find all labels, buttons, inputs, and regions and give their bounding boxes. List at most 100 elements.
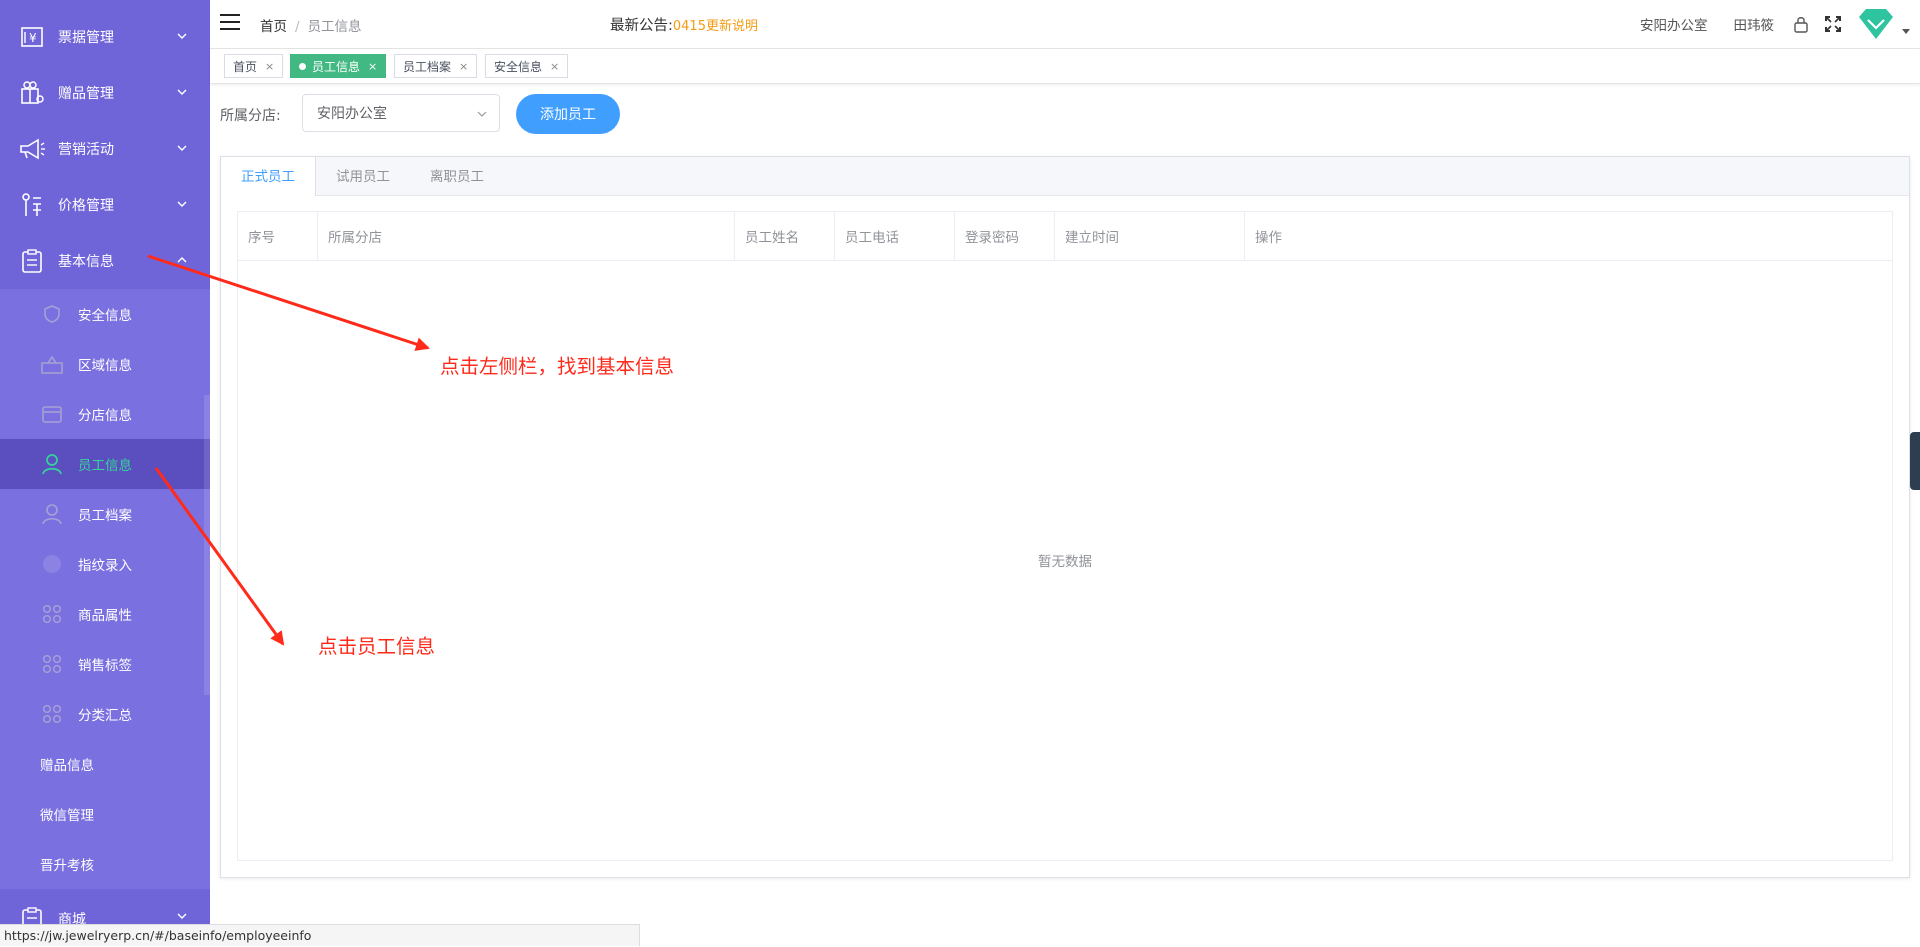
sidebar-item-category-summary[interactable]: 分类汇总 bbox=[0, 689, 210, 739]
close-icon[interactable]: × bbox=[459, 60, 468, 73]
header-right: 安阳办公室 田玮筱 bbox=[1640, 0, 1920, 48]
shield-icon bbox=[40, 302, 64, 326]
sidebar-item-label: 区域信息 bbox=[78, 358, 132, 374]
tag-label: 首页 bbox=[233, 59, 258, 74]
menu-label: 价格管理 bbox=[58, 198, 114, 214]
close-icon[interactable]: × bbox=[550, 60, 559, 73]
region-icon bbox=[40, 352, 64, 376]
employee-tabs: 正式员工 试用员工 离职员工 bbox=[221, 157, 1909, 196]
chevron-down-icon bbox=[177, 145, 187, 151]
menu-marketing[interactable]: 营销活动 bbox=[0, 121, 210, 177]
sidebar-item-security[interactable]: 安全信息 bbox=[0, 289, 210, 339]
employee-table: 序号 所属分店 员工姓名 员工电话 登录密码 建立时间 操作 暂无数据 bbox=[237, 211, 1893, 861]
username[interactable]: 田玮筱 bbox=[1734, 14, 1775, 34]
table-header: 序号 所属分店 员工姓名 员工电话 登录密码 建立时间 操作 bbox=[238, 212, 1892, 261]
notice-label: 最新公告: bbox=[610, 18, 673, 34]
annotation-text: 点击左侧栏，找到基本信息 bbox=[440, 355, 675, 378]
menu-label: 基本信息 bbox=[58, 254, 114, 270]
empty-state-text: 暂无数据 bbox=[1038, 554, 1092, 570]
chevron-down-icon bbox=[477, 111, 487, 117]
svg-text:¥: ¥ bbox=[29, 31, 37, 45]
column-header: 所属分店 bbox=[318, 212, 735, 260]
sidebar-item-label: 销售标签 bbox=[78, 658, 132, 674]
employee-tabs-card: 正式员工 试用员工 离职员工 序号 所属分店 员工姓名 员工电话 登录密码 建立… bbox=[220, 156, 1910, 878]
tab-regular-employees[interactable]: 正式员工 bbox=[221, 157, 316, 196]
column-header: 员工电话 bbox=[835, 212, 955, 260]
menu-receipt[interactable]: ¥ 票据管理 bbox=[0, 9, 210, 65]
menu-label: 票据管理 bbox=[58, 30, 114, 46]
side-drawer-handle[interactable] bbox=[1910, 432, 1920, 490]
sidebar-item-label: 分类汇总 bbox=[78, 708, 132, 724]
chevron-down-icon bbox=[177, 89, 187, 95]
tag-home[interactable]: 首页 × bbox=[224, 54, 284, 78]
sidebar-item-label: 微信管理 bbox=[40, 808, 94, 824]
fingerprint-icon bbox=[40, 552, 64, 576]
lock-icon[interactable] bbox=[1792, 15, 1810, 33]
sidebar-item-product-attr[interactable]: 商品属性 bbox=[0, 589, 210, 639]
gift-icon bbox=[18, 79, 46, 107]
menu-label: 营销活动 bbox=[58, 142, 114, 158]
chevron-up-icon bbox=[177, 257, 187, 263]
tab-resigned-employees[interactable]: 离职员工 bbox=[410, 157, 504, 195]
breadcrumb-separator: / bbox=[295, 19, 300, 35]
menu-gift[interactable]: 赠品管理 bbox=[0, 65, 210, 121]
sidebar-item-fingerprint[interactable]: 指纹录入 bbox=[0, 539, 210, 589]
megaphone-icon bbox=[18, 135, 46, 163]
sidebar-item-label: 商品属性 bbox=[78, 608, 132, 624]
sidebar-item-employee-info[interactable]: 员工信息 bbox=[0, 439, 210, 489]
column-header: 员工姓名 bbox=[735, 212, 835, 260]
active-dot-icon bbox=[299, 62, 306, 70]
sidebar-item-employee-archive[interactable]: 员工档案 bbox=[0, 489, 210, 539]
add-employee-button[interactable]: 添加员工 bbox=[516, 94, 620, 134]
sidebar-item-gift-info[interactable]: 赠品信息 bbox=[0, 739, 210, 789]
notice-bar: 最新公告:0415更新说明 bbox=[610, 14, 758, 35]
branch-select[interactable]: 安阳办公室 bbox=[302, 94, 500, 132]
store-icon bbox=[40, 402, 64, 426]
caret-down-icon[interactable] bbox=[1902, 27, 1910, 35]
sidebar-item-label: 员工信息 bbox=[78, 458, 132, 474]
user-icon bbox=[40, 502, 64, 526]
breadcrumb-home[interactable]: 首页 bbox=[260, 19, 287, 35]
column-header: 操作 bbox=[1255, 230, 1282, 246]
grid-icon bbox=[40, 702, 64, 726]
current-branch[interactable]: 安阳办公室 bbox=[1640, 14, 1708, 34]
tags-view: 首页 × 员工信息 × 员工档案 × 安全信息 × bbox=[210, 49, 1920, 84]
sidebar-item-label: 晋升考核 bbox=[40, 858, 94, 874]
tab-probation-employees[interactable]: 试用员工 bbox=[316, 157, 410, 195]
annotation-text: 点击员工信息 bbox=[318, 635, 436, 658]
menu-basic-info[interactable]: 基本信息 bbox=[0, 233, 210, 289]
menu-price[interactable]: 价格管理 bbox=[0, 177, 210, 233]
tag-label: 安全信息 bbox=[494, 59, 543, 74]
tag-security-info[interactable]: 安全信息 × bbox=[485, 54, 569, 78]
sidebar-item-region[interactable]: 区域信息 bbox=[0, 339, 210, 389]
tag-employee-info[interactable]: 员工信息 × bbox=[290, 54, 387, 78]
sidebar-item-sales-tag[interactable]: 销售标签 bbox=[0, 639, 210, 689]
column-header: 序号 bbox=[238, 212, 318, 260]
tag-employee-archive[interactable]: 员工档案 × bbox=[394, 54, 478, 78]
branch-select-value: 安阳办公室 bbox=[317, 106, 387, 122]
branch-filter-label: 所属分店: bbox=[220, 108, 281, 124]
clipboard-icon bbox=[18, 247, 46, 275]
sidebar-item-label: 员工档案 bbox=[78, 508, 132, 524]
sidebar-item-label: 安全信息 bbox=[78, 308, 132, 324]
hamburger-menu-icon[interactable] bbox=[220, 14, 240, 30]
avatar[interactable] bbox=[1856, 7, 1896, 41]
tag-label: 员工档案 bbox=[403, 59, 452, 74]
chevron-down-icon bbox=[177, 201, 187, 207]
fullscreen-icon[interactable] bbox=[1824, 15, 1842, 33]
user-icon bbox=[40, 452, 64, 476]
sidebar-item-wechat[interactable]: 微信管理 bbox=[0, 789, 210, 839]
chevron-down-icon bbox=[177, 913, 187, 919]
receipt-icon: ¥ bbox=[18, 23, 46, 51]
sidebar-item-store[interactable]: 分店信息 bbox=[0, 389, 210, 439]
close-icon[interactable]: × bbox=[368, 60, 377, 73]
close-icon[interactable]: × bbox=[265, 60, 274, 73]
sidebar-item-promotion[interactable]: 晋升考核 bbox=[0, 839, 210, 889]
column-header: 登录密码 bbox=[955, 212, 1055, 260]
grid-icon bbox=[40, 602, 64, 626]
top-header: 首页 / 员工信息 最新公告:0415更新说明 安阳办公室 田玮筱 bbox=[210, 0, 1920, 49]
sidebar-scrollbar[interactable] bbox=[204, 395, 210, 695]
sidebar: ¥ 票据管理 赠品管理 营销活动 价格管理 基本信息 安全信息 区域信息 分店信… bbox=[0, 0, 210, 946]
notice-link[interactable]: 0415更新说明 bbox=[673, 19, 758, 34]
breadcrumb: 首页 / 员工信息 bbox=[260, 15, 362, 35]
